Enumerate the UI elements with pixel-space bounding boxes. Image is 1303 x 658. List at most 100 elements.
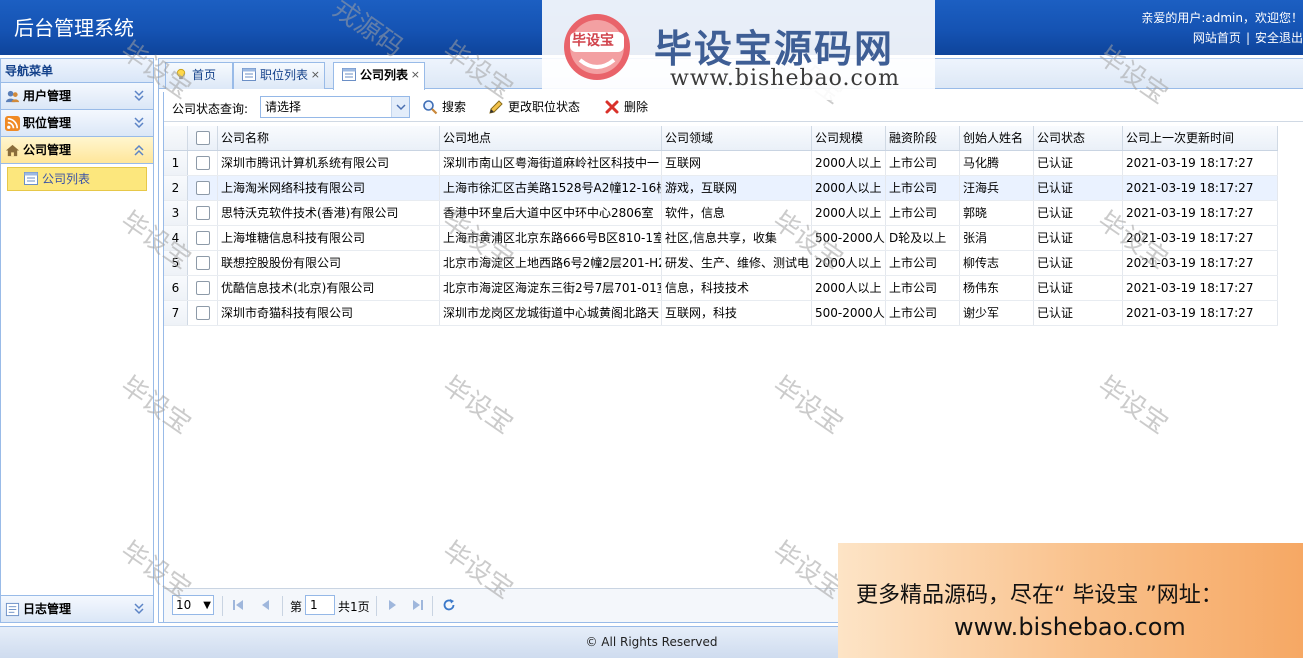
table-row[interactable]: 6 优酷信息技术(北京)有限公司 北京市海淀区海淀东三街2号7层701-01室 信息，…: [164, 276, 1278, 301]
company-founder-cell: 郭晓: [960, 201, 1034, 225]
table-row[interactable]: 7 深圳市奇猫科技有限公司 深圳市龙岗区龙城街道中心城黄阁北路天 互联网，科技 500-…: [164, 301, 1278, 326]
row-checkbox[interactable]: [196, 306, 210, 320]
company-status-cell: 已认证: [1034, 251, 1123, 275]
refresh-icon[interactable]: [442, 598, 456, 612]
home-icon: [5, 144, 20, 157]
sidebar-section-companies[interactable]: 公司管理: [1, 137, 153, 164]
company-field-cell: 游戏，互联网: [662, 176, 812, 200]
company-scale-cell: 2000人以上: [812, 151, 886, 175]
row-checkbox-cell: [188, 176, 218, 200]
column-header-name[interactable]: 公司名称: [218, 126, 440, 150]
search-button[interactable]: 搜索: [422, 99, 466, 117]
column-header-field[interactable]: 公司领域: [662, 126, 812, 150]
company-address-cell: 上海市徐汇区古美路1528号A2幢12-16楼: [440, 176, 662, 200]
header-links: 网站首页 | 安全退出: [1193, 29, 1303, 46]
row-checkbox[interactable]: [196, 181, 210, 195]
company-status-cell: 已认证: [1034, 276, 1123, 300]
page-number-input[interactable]: 1: [305, 595, 335, 615]
row-checkbox[interactable]: [196, 256, 210, 270]
company-field-cell: 信息，科技技术: [662, 276, 812, 300]
edit-status-button[interactable]: 更改职位状态: [488, 99, 580, 117]
column-header-updated[interactable]: 公司上一次更新时间: [1123, 126, 1278, 150]
select-all-cell: [188, 126, 218, 150]
close-icon[interactable]: ×: [311, 63, 320, 87]
pager-separator: [282, 596, 283, 616]
company-address-cell: 上海市黄浦区北京东路666号B区810-1室: [440, 226, 662, 250]
table-body: 1 深圳市腾讯计算机系统有限公司 深圳市南山区粤海街道麻岭社区科技中一 互联网 2000…: [164, 151, 1278, 326]
column-header-founder[interactable]: 创始人姓名: [960, 126, 1034, 150]
table-row[interactable]: 5 联想控股股份有限公司 北京市海淀区上地西路6号2幢2层201-H2 研发、生产、维…: [164, 251, 1278, 276]
sidebar-section-users[interactable]: 用户管理: [1, 83, 153, 110]
tab-company-list[interactable]: 公司列表 ×: [333, 62, 426, 90]
dropdown-arrow-icon[interactable]: [391, 97, 409, 117]
column-header-status[interactable]: 公司状态: [1034, 126, 1123, 150]
company-name-cell: 深圳市腾讯计算机系统有限公司: [218, 151, 440, 175]
prev-page-icon[interactable]: [260, 598, 272, 612]
sidebar-section-companies-body: 公司列表: [1, 164, 153, 194]
first-page-icon[interactable]: [232, 598, 244, 612]
company-field-cell: 研发、生产、维修、测试电: [662, 251, 812, 275]
status-filter-select[interactable]: 请选择: [260, 96, 410, 118]
company-name-cell: 上海堆糖信息科技有限公司: [218, 226, 440, 250]
table-row[interactable]: 4 上海堆糖信息科技有限公司 上海市黄浦区北京东路666号B区810-1室 社区,信息…: [164, 226, 1278, 251]
column-header-scale[interactable]: 公司规模: [812, 126, 886, 150]
sidebar: 导航菜单 用户管理 职位管理 公司管理 公司列表 日志管理: [0, 58, 154, 623]
table-row[interactable]: 3 思特沃克软件技术(香港)有限公司 香港中环皇后大道中区中环中心2806室 软件，信…: [164, 201, 1278, 226]
logo-name: 毕设宝源码网: [654, 27, 895, 71]
page-size-select[interactable]: 10 ▼: [172, 595, 214, 615]
close-icon[interactable]: ×: [411, 63, 420, 87]
rownum-header: [164, 126, 188, 150]
delete-button[interactable]: 删除: [604, 99, 648, 117]
sidebar-item-company-list[interactable]: 公司列表: [7, 167, 147, 191]
company-status-cell: 已认证: [1034, 226, 1123, 250]
company-name-cell: 深圳市奇猫科技有限公司: [218, 301, 440, 325]
table-row[interactable]: 2 上海淘米网络科技有限公司 上海市徐汇区古美路1528号A2幢12-16楼 游戏，互…: [164, 176, 1278, 201]
company-status-cell: 已认证: [1034, 201, 1123, 225]
sidebar-section-jobs[interactable]: 职位管理: [1, 110, 153, 137]
row-checkbox[interactable]: [196, 156, 210, 170]
edit-status-label: 更改职位状态: [508, 100, 581, 114]
company-stage-cell: 上市公司: [886, 276, 960, 300]
last-page-icon[interactable]: [412, 598, 424, 612]
row-number: 7: [164, 301, 188, 325]
page-total: 共1页: [338, 600, 370, 614]
logo-watermark-banner: 毕设宝 毕设宝源码网 www.bishebao.com: [542, 0, 935, 100]
page-prefix: 第: [290, 600, 303, 614]
logout-link[interactable]: 安全退出: [1255, 31, 1303, 45]
tab-job-list[interactable]: 职位列表 ×: [233, 62, 326, 89]
row-checkbox[interactable]: [196, 206, 210, 220]
site-home-link[interactable]: 网站首页: [1193, 31, 1241, 45]
sidebar-section-logs[interactable]: 日志管理: [1, 595, 153, 622]
log-icon: [5, 602, 20, 617]
company-founder-cell: 柳传志: [960, 251, 1034, 275]
row-number: 4: [164, 226, 188, 250]
row-number: 5: [164, 251, 188, 275]
company-field-cell: 互联网，科技: [662, 301, 812, 325]
company-status-cell: 已认证: [1034, 151, 1123, 175]
search-icon: [423, 100, 438, 115]
promo-text: 更多精品源码，尽在“ 毕设宝 ”网址：: [856, 583, 1223, 608]
pager-separator: [376, 596, 377, 616]
next-page-icon[interactable]: [386, 598, 398, 612]
company-status-cell: 已认证: [1034, 301, 1123, 325]
app-title: 后台管理系统: [14, 16, 134, 40]
chevron-down-icon[interactable]: [133, 116, 145, 130]
link-separator: |: [1245, 31, 1250, 45]
company-stage-cell: 上市公司: [886, 151, 960, 175]
search-button-label: 搜索: [442, 100, 467, 114]
row-checkbox[interactable]: [196, 281, 210, 295]
chevron-down-icon[interactable]: [133, 602, 145, 616]
column-header-address[interactable]: 公司地点: [440, 126, 662, 150]
logo-badge-text: 毕设宝: [572, 33, 614, 49]
select-all-checkbox[interactable]: [196, 131, 210, 145]
table-row[interactable]: 1 深圳市腾讯计算机系统有限公司 深圳市南山区粤海街道麻岭社区科技中一 互联网 2000…: [164, 151, 1278, 176]
status-filter-label: 公司状态查询:: [172, 102, 249, 116]
column-header-stage[interactable]: 融资阶段: [886, 126, 960, 150]
row-checkbox[interactable]: [196, 231, 210, 245]
row-checkbox-cell: [188, 276, 218, 300]
chevron-down-icon[interactable]: [133, 89, 145, 103]
company-scale-cell: 2000人以上: [812, 201, 886, 225]
tab-label: 职位列表: [260, 68, 309, 82]
tab-home[interactable]: 首页: [165, 62, 234, 89]
chevron-up-icon[interactable]: [133, 143, 145, 157]
